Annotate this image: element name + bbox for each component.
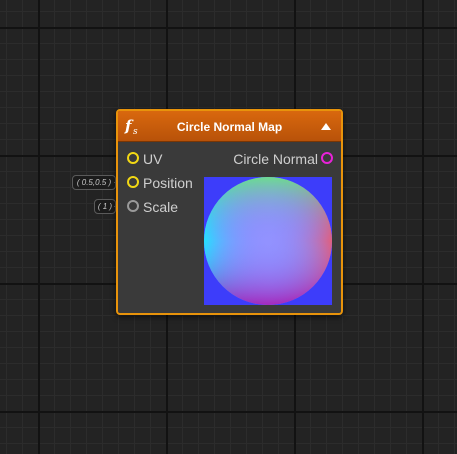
node-title: Circle Normal Map xyxy=(176,120,283,134)
collapse-arrow-icon[interactable] xyxy=(321,123,331,130)
uv-input-port[interactable] xyxy=(127,152,139,164)
function-icon: f s xyxy=(124,117,138,137)
normal-map-preview xyxy=(204,177,332,305)
circle-normal-map-node[interactable]: f s Circle Normal Map UV Position Scale … xyxy=(116,109,343,315)
scale-input-port[interactable] xyxy=(127,200,139,212)
position-default-field[interactable]: ( 0.5,0.5 ) xyxy=(72,175,116,190)
circle-normal-output-label: Circle Normal xyxy=(233,151,318,167)
svg-text:s: s xyxy=(133,127,138,137)
scale-default-field[interactable]: ( 1 ) xyxy=(94,199,116,214)
circle-normal-output-port[interactable] xyxy=(321,152,333,164)
scale-input-label: Scale xyxy=(143,199,179,215)
position-input-label: Position xyxy=(143,175,193,191)
uv-input-label: UV xyxy=(143,151,163,167)
position-input-port[interactable] xyxy=(127,176,139,188)
node-header[interactable]: f s Circle Normal Map xyxy=(118,111,341,142)
